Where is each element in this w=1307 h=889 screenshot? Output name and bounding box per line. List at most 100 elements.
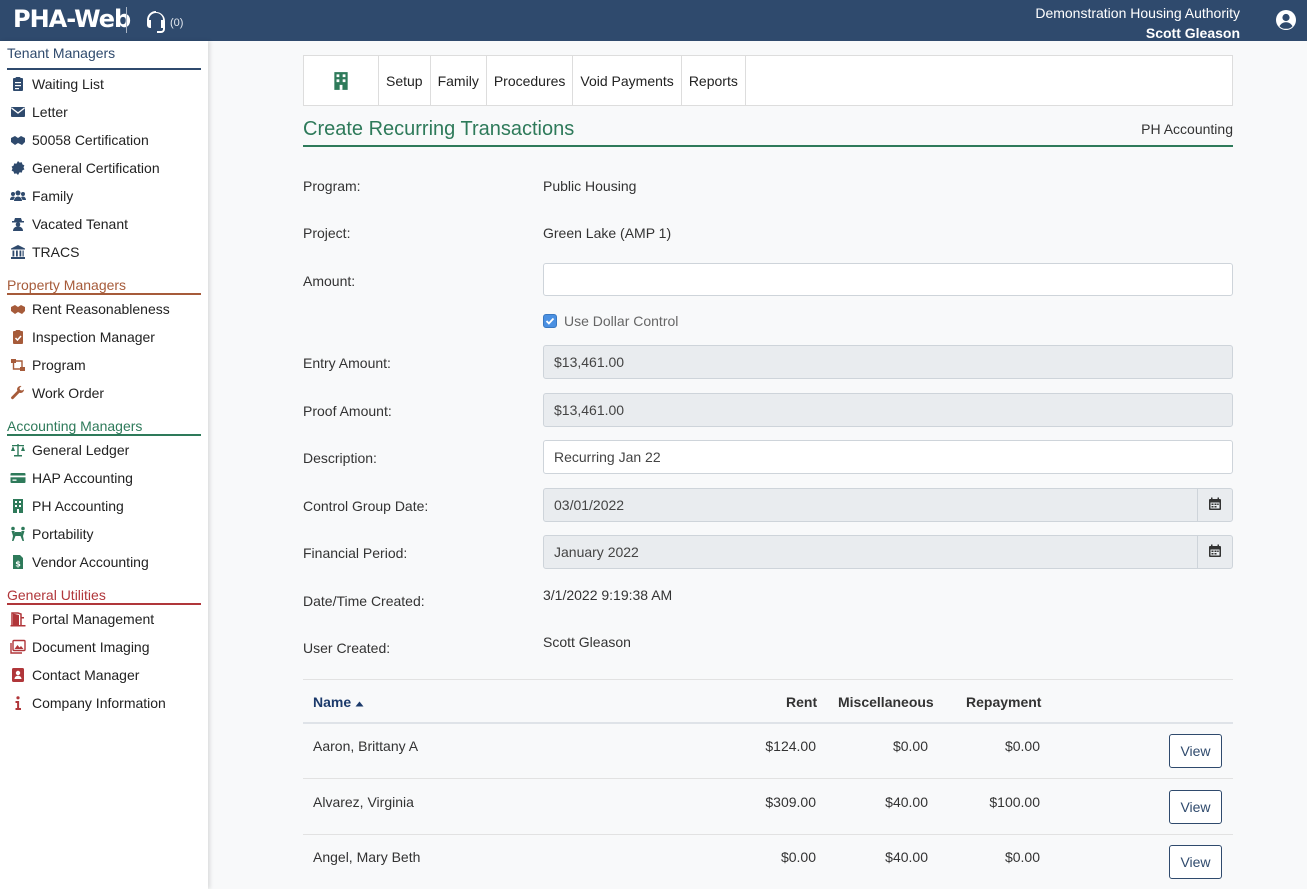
sidebar-item-ph-accounting[interactable]: PH Accounting — [0, 492, 208, 520]
sidebar-item-letter[interactable]: Letter — [0, 98, 208, 126]
credit-card-icon — [10, 470, 26, 486]
financial-period-calendar-button[interactable] — [1197, 535, 1233, 569]
menu-procedures[interactable]: Procedures — [487, 56, 574, 105]
menu-family[interactable]: Family — [431, 56, 487, 105]
financial-period-label: Financial Period: — [303, 545, 408, 561]
row-miscellaneous: $40.00 — [885, 849, 928, 865]
calendar-icon — [1208, 497, 1222, 514]
column-header-miscellaneous[interactable]: Miscellaneous — [838, 694, 934, 710]
handshake-icon — [10, 132, 26, 148]
clipboard-check-icon — [10, 329, 26, 345]
row-repayment: $100.00 — [989, 794, 1040, 810]
row-repayment: $0.00 — [1004, 738, 1040, 754]
handshake-icon — [10, 301, 26, 317]
entry-amount-label: Entry Amount: — [303, 355, 391, 371]
clipboard-icon — [10, 76, 26, 92]
sidebar-item-general-certification[interactable]: General Certification — [0, 154, 208, 182]
view-button[interactable]: View — [1169, 845, 1222, 879]
menu-void-payments[interactable]: Void Payments — [573, 56, 682, 105]
user-created-value: Scott Gleason — [543, 634, 631, 650]
entry-amount-field: $13,461.00 — [543, 345, 1233, 379]
sidebar-item-family[interactable]: Family — [0, 182, 208, 210]
checkbox-checked-icon[interactable] — [543, 314, 557, 328]
user-name: Scott Gleason — [1145, 25, 1240, 41]
module-menu-bar: Setup Family Procedures Void Payments Re… — [303, 55, 1233, 106]
sidebar-item-label: Work Order — [32, 385, 105, 401]
wrench-icon — [10, 385, 26, 401]
address-book-icon — [10, 667, 26, 683]
sidebar-item-company-information[interactable]: Company Information — [0, 689, 208, 717]
sidebar-item-portability[interactable]: Portability — [0, 520, 208, 548]
sidebar-item-label: Inspection Manager — [32, 329, 155, 345]
proof-amount-field: $13,461.00 — [543, 393, 1233, 427]
sidebar-item-label: General Ledger — [32, 442, 130, 458]
sidebar-item-label: TRACS — [32, 244, 80, 260]
sidebar-item-50058-certification[interactable]: 50058 Certification — [0, 126, 208, 154]
table-row: Aaron, Brittany A $124.00 $0.00 $0.00 Vi… — [303, 723, 1233, 779]
amount-input[interactable] — [543, 263, 1233, 296]
sidebar-item-vendor-accounting[interactable]: $ Vendor Accounting — [0, 548, 208, 576]
row-miscellaneous: $0.00 — [892, 738, 928, 754]
menu-setup[interactable]: Setup — [379, 56, 431, 105]
sidebar-item-label: Portal Management — [32, 611, 155, 627]
column-header-rent[interactable]: Rent — [786, 694, 817, 710]
sidebar-item-vacated-tenant[interactable]: Vacated Tenant — [0, 210, 208, 238]
column-header-repayment[interactable]: Repayment — [966, 694, 1041, 710]
account-icon[interactable] — [1275, 9, 1297, 31]
people-carry-icon — [10, 526, 26, 542]
program-value: Public Housing — [543, 178, 637, 194]
org-info: Demonstration Housing Authority Scott Gl… — [1035, 3, 1240, 43]
sidebar-item-work-order[interactable]: Work Order — [0, 379, 208, 407]
view-button[interactable]: View — [1169, 734, 1222, 768]
sidebar-item-label: Vacated Tenant — [32, 216, 129, 232]
sidebar-item-hap-accounting[interactable]: HAP Accounting — [0, 464, 208, 492]
sidebar: Tenant Managers Waiting List Letter 5005… — [0, 41, 208, 889]
sidebar-item-label: Waiting List — [32, 76, 104, 92]
sidebar-item-label: Contact Manager — [32, 667, 140, 683]
control-group-date-field[interactable]: 03/01/2022 — [543, 488, 1198, 522]
column-header-name[interactable]: Name — [313, 694, 364, 710]
use-dollar-control-checkbox[interactable]: Use Dollar Control — [543, 313, 678, 329]
support-count: (0) — [170, 16, 184, 29]
section-general-utilities: General Utilities — [7, 576, 201, 605]
support-button[interactable]: (0) — [144, 9, 183, 36]
column-header-name-label: Name — [313, 694, 352, 710]
row-rent: $309.00 — [765, 794, 816, 810]
sidebar-item-inspection-manager[interactable]: Inspection Manager — [0, 323, 208, 351]
page-title: Create Recurring Transactions — [303, 118, 575, 140]
app-logo[interactable]: PHA-Web — [13, 5, 131, 33]
view-button[interactable]: View — [1169, 790, 1222, 824]
sidebar-item-tracs[interactable]: TRACS — [0, 238, 208, 266]
program-label: Program: — [303, 178, 361, 194]
row-miscellaneous: $40.00 — [885, 794, 928, 810]
envelope-icon — [10, 104, 26, 120]
section-accounting-managers: Accounting Managers — [7, 407, 201, 436]
sidebar-item-rent-reasonableness[interactable]: Rent Reasonableness — [0, 295, 208, 323]
sidebar-item-document-imaging[interactable]: Document Imaging — [0, 633, 208, 661]
date-time-created-label: Date/Time Created: — [303, 593, 425, 609]
date-time-created-value: 3/1/2022 9:19:38 AM — [543, 587, 673, 603]
building-icon[interactable] — [304, 56, 379, 105]
sidebar-item-waiting-list[interactable]: Waiting List — [0, 70, 208, 98]
row-rent: $124.00 — [765, 738, 816, 754]
sidebar-item-label: 50058 Certification — [32, 132, 149, 148]
menu-reports[interactable]: Reports — [682, 56, 746, 105]
header-divider — [126, 7, 127, 33]
section-property-managers: Property Managers — [7, 266, 201, 295]
row-rent: $0.00 — [780, 849, 816, 865]
sidebar-item-label: General Certification — [32, 160, 160, 176]
sidebar-item-portal-management[interactable]: Portal Management — [0, 605, 208, 633]
row-repayment: $0.00 — [1004, 849, 1040, 865]
users-icon — [10, 188, 26, 204]
calendar-icon — [1208, 544, 1222, 561]
row-name: Aaron, Brittany A — [313, 738, 419, 754]
sidebar-item-contact-manager[interactable]: Contact Manager — [0, 661, 208, 689]
amount-label: Amount: — [303, 273, 356, 289]
financial-period-field[interactable]: January 2022 — [543, 535, 1198, 569]
control-group-date-calendar-button[interactable] — [1197, 488, 1233, 522]
sidebar-item-general-ledger[interactable]: General Ledger — [0, 436, 208, 464]
sidebar-item-program[interactable]: Program — [0, 351, 208, 379]
table-row: Alvarez, Virginia $309.00 $40.00 $100.00… — [303, 779, 1233, 835]
user-secret-icon — [10, 216, 26, 232]
description-input[interactable] — [543, 440, 1233, 474]
